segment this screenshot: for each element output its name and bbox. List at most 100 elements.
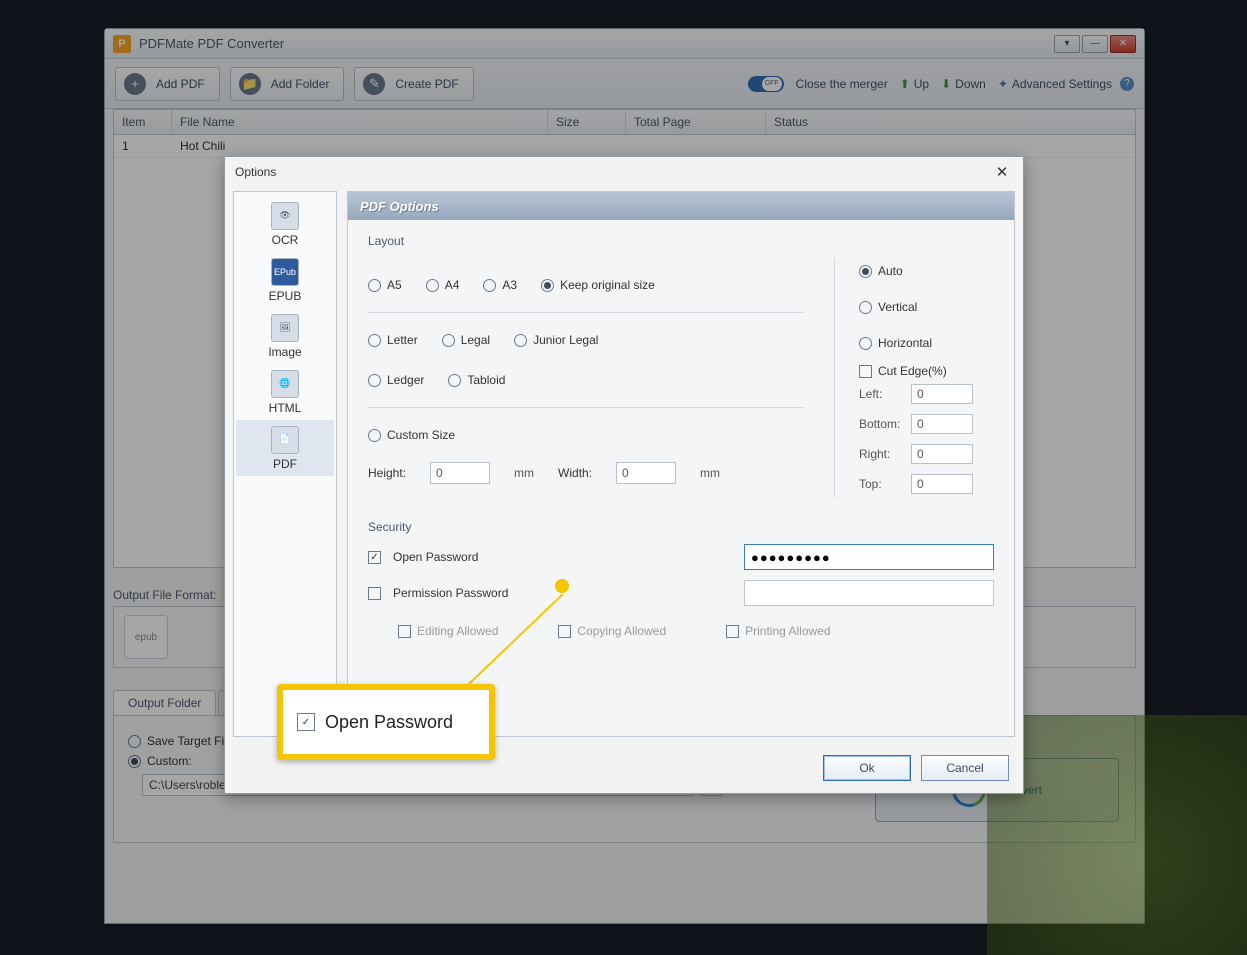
options-title: Options	[235, 165, 276, 179]
add-pdf-button[interactable]: + Add PDF	[115, 67, 220, 101]
divider-2	[368, 407, 804, 408]
layout-left: A5 A4 A3 Keep original size Letter Legal…	[368, 258, 804, 498]
add-folder-button[interactable]: 📁 Add Folder	[230, 67, 345, 101]
open-password-checkbox[interactable]	[368, 551, 381, 564]
move-down-link[interactable]: ⬇Down	[941, 77, 986, 91]
sidebar-item-ocr[interactable]: 👁OCR	[236, 196, 334, 252]
letter-option[interactable]: Letter	[368, 333, 418, 347]
a5-radio[interactable]	[368, 279, 381, 292]
create-pdf-label: Create PDF	[395, 77, 458, 91]
down-label: Down	[955, 77, 986, 91]
pdf-icon: 📄	[271, 426, 299, 454]
horizontal-option[interactable]: Horizontal	[859, 336, 994, 350]
move-up-link[interactable]: ⬆Up	[900, 77, 929, 91]
right-label: Right:	[859, 447, 911, 461]
letter-radio[interactable]	[368, 334, 381, 347]
width-unit: mm	[700, 466, 720, 480]
width-input[interactable]	[616, 462, 676, 484]
col-item[interactable]: Item	[114, 110, 172, 134]
ok-button[interactable]: Ok	[823, 755, 911, 781]
col-filename[interactable]: File Name	[172, 110, 548, 134]
copying-label: Copying Allowed	[577, 624, 666, 638]
auto-radio[interactable]	[859, 265, 872, 278]
table-row[interactable]: 1 Hot Chili	[114, 135, 1135, 158]
options-close-button[interactable]: ✕	[991, 161, 1013, 183]
window-controls: ▾ — ✕	[1054, 35, 1136, 53]
callout-checkbox-icon	[297, 713, 315, 731]
letter-label: Letter	[387, 333, 418, 347]
epub-icon: EPub	[271, 258, 299, 286]
col-pages[interactable]: Total Page	[626, 110, 766, 134]
custom-size-label: Custom Size	[387, 428, 455, 442]
col-size[interactable]: Size	[548, 110, 626, 134]
minimize-window-button[interactable]: —	[1082, 35, 1108, 53]
custom-label: Custom:	[147, 754, 192, 768]
right-input[interactable]	[911, 444, 973, 464]
sidebar-item-image[interactable]: 🖼Image	[236, 308, 334, 364]
merger-toggle[interactable]	[748, 76, 784, 92]
permission-password-checkbox[interactable]	[368, 587, 381, 600]
custom-size-radio[interactable]	[368, 429, 381, 442]
printing-checkbox[interactable]	[726, 625, 739, 638]
create-pdf-button[interactable]: ✎ Create PDF	[354, 67, 473, 101]
printing-label: Printing Allowed	[745, 624, 830, 638]
vertical-option[interactable]: Vertical	[859, 300, 994, 314]
a4-radio[interactable]	[426, 279, 439, 292]
epub-format-icon[interactable]: epub	[124, 615, 168, 659]
legal-radio[interactable]	[442, 334, 455, 347]
top-input[interactable]	[911, 474, 973, 494]
junior-radio[interactable]	[514, 334, 527, 347]
editing-checkbox[interactable]	[398, 625, 411, 638]
ledger-label: Ledger	[387, 373, 424, 387]
cut-edge-option[interactable]: Cut Edge(%)	[859, 364, 994, 378]
a3-radio[interactable]	[483, 279, 496, 292]
app-logo-icon: P	[113, 35, 131, 53]
left-input[interactable]	[911, 384, 973, 404]
col-status[interactable]: Status	[766, 110, 1135, 134]
keep-option[interactable]: Keep original size	[541, 278, 655, 292]
window-title: PDFMate PDF Converter	[139, 36, 284, 51]
vertical-radio[interactable]	[859, 301, 872, 314]
cut-edge-checkbox[interactable]	[859, 365, 872, 378]
a3-option[interactable]: A3	[483, 278, 517, 292]
pdf-label: PDF	[273, 457, 297, 471]
horizontal-radio[interactable]	[859, 337, 872, 350]
sidebar-item-pdf[interactable]: 📄 PDF	[236, 420, 334, 476]
arrow-up-icon: ⬆	[900, 77, 910, 91]
custom-size-option[interactable]: Custom Size	[368, 428, 455, 442]
height-unit: mm	[514, 466, 534, 480]
sidebar-item-html[interactable]: 🌐HTML	[236, 364, 334, 420]
legal-option[interactable]: Legal	[442, 333, 490, 347]
ledger-option[interactable]: Ledger	[368, 373, 424, 387]
close-merger-link[interactable]: Close the merger	[796, 77, 888, 91]
main-toolbar: + Add PDF 📁 Add Folder ✎ Create PDF Clos…	[105, 59, 1144, 109]
open-password-input[interactable]	[744, 544, 994, 570]
options-titlebar: Options ✕	[225, 157, 1023, 187]
cancel-button[interactable]: Cancel	[921, 755, 1009, 781]
legal-label: Legal	[461, 333, 490, 347]
a4-option[interactable]: A4	[426, 278, 460, 292]
size-row-3: Ledger Tabloid	[368, 367, 804, 393]
tabloid-radio[interactable]	[448, 374, 461, 387]
save-source-radio[interactable]	[128, 735, 141, 748]
dropdown-window-button[interactable]: ▾	[1054, 35, 1080, 53]
ledger-radio[interactable]	[368, 374, 381, 387]
keep-radio[interactable]	[541, 279, 554, 292]
sidebar-item-epub[interactable]: EPubEPUB	[236, 252, 334, 308]
permission-password-input[interactable]	[744, 580, 994, 606]
advanced-settings-link[interactable]: ✦Advanced Settings?	[998, 77, 1134, 91]
printing-allowed[interactable]: Printing Allowed	[726, 624, 830, 638]
a5-option[interactable]: A5	[368, 278, 402, 292]
callout-highlight: Open Password	[277, 684, 495, 760]
callout-dot-icon	[555, 579, 569, 593]
auto-option[interactable]: Auto	[859, 264, 994, 278]
tab-output-folder[interactable]: Output Folder	[113, 690, 216, 715]
pdf-options-header: PDF Options	[348, 192, 1014, 220]
close-window-button[interactable]: ✕	[1110, 35, 1136, 53]
bottom-input[interactable]	[911, 414, 973, 434]
junior-option[interactable]: Junior Legal	[514, 333, 598, 347]
tabloid-option[interactable]: Tabloid	[448, 373, 505, 387]
custom-radio[interactable]	[128, 755, 141, 768]
help-icon: ?	[1120, 77, 1134, 91]
height-input[interactable]	[430, 462, 490, 484]
